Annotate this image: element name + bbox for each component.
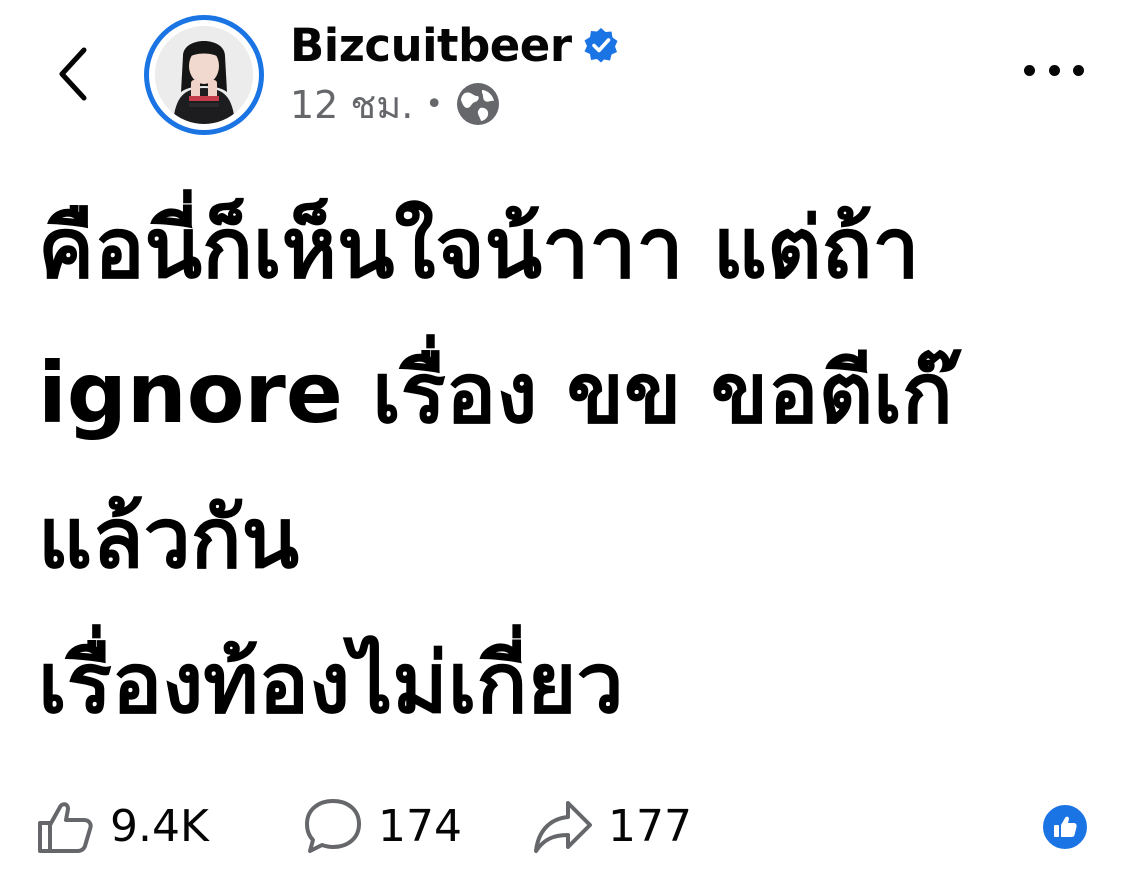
engagement-bar: 9.4K 174 177 bbox=[34, 790, 1094, 862]
more-options-button[interactable] bbox=[1024, 50, 1084, 90]
verified-badge-icon bbox=[582, 26, 620, 64]
back-button[interactable] bbox=[48, 42, 96, 106]
globe-icon bbox=[455, 81, 501, 127]
comment-count: 174 bbox=[378, 800, 462, 852]
chevron-left-icon bbox=[59, 47, 87, 101]
more-dot bbox=[1073, 64, 1084, 76]
share-button[interactable]: 177 bbox=[532, 790, 692, 862]
like-button[interactable]: 9.4K bbox=[34, 790, 209, 862]
like-reaction-badge-icon[interactable] bbox=[1040, 802, 1090, 852]
post-meta: 12 ชม. • bbox=[290, 78, 501, 130]
comment-button[interactable]: 174 bbox=[302, 790, 462, 862]
like-count: 9.4K bbox=[110, 800, 209, 852]
meta-separator: • bbox=[425, 86, 444, 122]
post-timestamp[interactable]: 12 ชม. bbox=[290, 74, 413, 135]
share-arrow-icon bbox=[534, 801, 592, 853]
comment-bubble-icon bbox=[305, 799, 361, 853]
share-count: 177 bbox=[608, 800, 692, 852]
avatar-image bbox=[155, 26, 253, 124]
thumbs-up-outline-icon bbox=[38, 802, 93, 853]
post-body-text: คือนี่ก็เห็นใจน้าาา แต่ถ้า ignore เรื่อง… bbox=[38, 199, 953, 732]
profile-avatar[interactable] bbox=[144, 15, 264, 135]
more-dot bbox=[1048, 64, 1060, 76]
author-name[interactable]: Bizcuitbeer bbox=[290, 19, 572, 72]
author-row: Bizcuitbeer bbox=[290, 14, 620, 76]
more-dot bbox=[1024, 64, 1035, 76]
